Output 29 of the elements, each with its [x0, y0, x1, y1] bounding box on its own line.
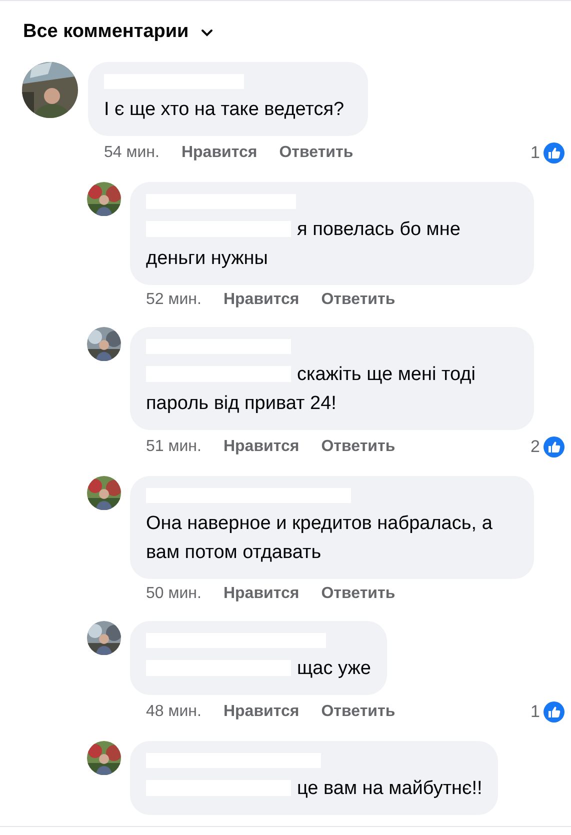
thumbs-up-icon [543, 701, 565, 723]
reply-link[interactable]: Ответить [321, 585, 396, 603]
comment-text: я повелась бо мне деньги нужны [146, 218, 462, 271]
comment-text: скажіть ще мені тоді пароль від приват 24! [146, 363, 476, 416]
comment-time: 48 мин. [146, 703, 202, 721]
like-count: 1 [530, 143, 540, 163]
like-link[interactable]: Нравится [181, 144, 258, 162]
reply-link[interactable]: Ответить [321, 703, 396, 721]
reply-link[interactable]: Ответить [321, 291, 396, 309]
like-link[interactable]: Нравится [223, 291, 300, 309]
like-count: 2 [530, 437, 540, 457]
comment-time: 51 мин. [146, 438, 202, 456]
comment-time: 52 мин. [146, 291, 202, 309]
thumbs-up-icon [543, 142, 565, 164]
reply-link[interactable]: Ответить [321, 438, 396, 456]
comment-text: щас уже [146, 654, 371, 683]
comment-text: І є ще хто на таке ведется? [104, 98, 344, 122]
like-count: 1 [530, 702, 540, 722]
like-link[interactable]: Нравится [223, 438, 300, 456]
comment-text: це вам на майбутнє!! [146, 774, 482, 803]
comment-time: 54 мин. [104, 144, 160, 162]
like-link[interactable]: Нравится [223, 585, 300, 603]
section-title[interactable]: Все комментарии [23, 21, 189, 43]
like-link[interactable]: Нравится [223, 703, 300, 721]
chevron-down-icon[interactable] [200, 29, 213, 37]
comment-text: Она наверное и кредитов набралась, а вам потом отдавать [146, 512, 494, 565]
reply-link[interactable]: Ответить [279, 144, 354, 162]
thumbs-up-icon [543, 436, 565, 458]
comment-time: 50 мин. [146, 585, 202, 603]
